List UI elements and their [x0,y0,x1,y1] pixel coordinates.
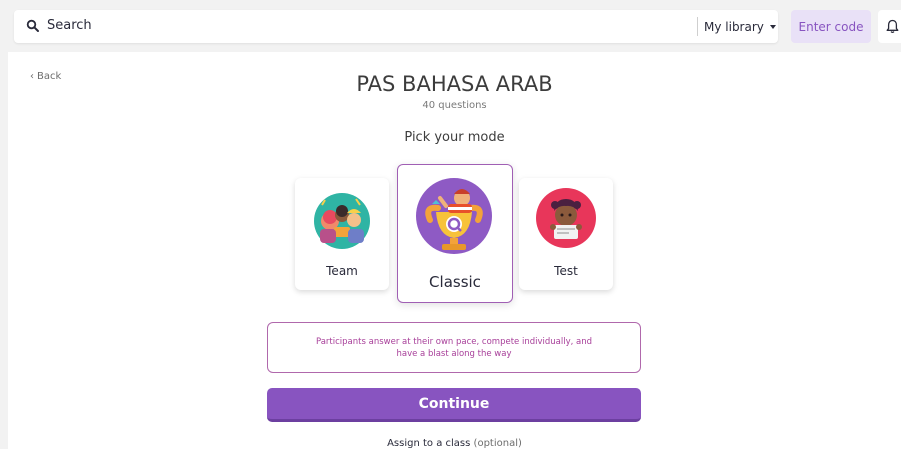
mode-card-classic[interactable]: Classic [397,164,513,303]
mode-prompt: Pick your mode [404,130,505,145]
notifications-button[interactable] [878,10,901,43]
caret-down-icon [769,24,776,29]
main-panel: ‹ Back PAS BAHASA ARAB 40 questions Pick… [8,52,901,449]
classic-illustration-icon [416,178,492,254]
assign-to-class-link[interactable]: Assign to a class (optional) [8,438,901,449]
quiz-title: PAS BAHASA ARAB [356,72,553,96]
mode-description: Participants answer at their own pace, c… [267,322,641,373]
question-count: 40 questions [422,100,487,111]
enter-code-button[interactable]: Enter code [791,10,871,43]
test-illustration-icon [536,188,596,248]
mode-card-team[interactable]: Team [295,178,389,290]
search-bar[interactable]: Search My library [14,10,778,43]
bell-icon [886,19,899,34]
my-library-label: My library [704,19,764,34]
mode-card-test[interactable]: Test [519,178,613,290]
mode-label-test: Test [554,264,578,278]
divider [697,17,698,36]
mode-label-team: Team [326,264,358,278]
continue-button[interactable]: Continue [267,388,641,422]
top-bar: Search My library Enter code [0,0,901,52]
team-illustration-icon [314,193,370,249]
my-library-dropdown[interactable]: My library [704,10,778,43]
search-placeholder: Search [47,18,92,33]
search-icon [26,19,39,32]
assign-optional-label: (optional) [473,438,522,449]
assign-label: Assign to a class [387,438,471,449]
mode-label-classic: Classic [429,273,481,291]
